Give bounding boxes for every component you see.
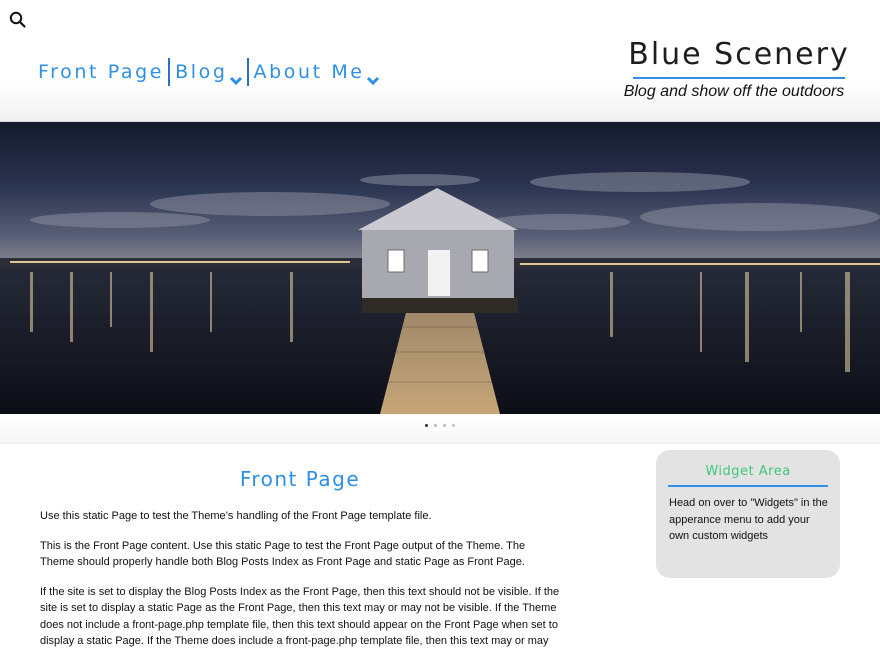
chevron-down-icon xyxy=(229,69,243,86)
nav-item-front-page[interactable]: Front Page xyxy=(38,61,164,83)
main-nav: Front Page Blog About Me xyxy=(38,57,380,87)
nav-divider xyxy=(246,58,249,86)
slider-pagination xyxy=(0,424,880,427)
slide-dot-1[interactable] xyxy=(425,424,428,427)
content-paragraph: If the site is set to display the Blog P… xyxy=(40,585,560,648)
search-icon[interactable] xyxy=(8,10,28,30)
page-title: Front Page xyxy=(239,467,361,491)
widget-title: Widget Area xyxy=(705,464,791,479)
nav-item-about-me[interactable]: About Me xyxy=(253,61,380,86)
nav-item-blog[interactable]: Blog xyxy=(175,61,243,86)
slider-controls-bar xyxy=(0,414,880,444)
slide-dot-4[interactable] xyxy=(452,424,455,427)
content-paragraph: This is the Front Page content. Use this… xyxy=(40,539,526,569)
nav-label: About Me xyxy=(253,61,365,83)
nav-label: Blog xyxy=(175,61,228,83)
chevron-down-icon xyxy=(366,69,380,86)
title-underline xyxy=(633,77,845,79)
nav-label: Front Page xyxy=(38,61,165,83)
slide-dot-3[interactable] xyxy=(443,424,446,427)
content-paragraph: Use this static Page to test the Theme’s… xyxy=(40,510,432,522)
hero-slider-image[interactable] xyxy=(0,122,880,414)
site-title[interactable]: Blue Scenery xyxy=(624,36,854,74)
widget-text: Head on over to "Widgets" in the apperan… xyxy=(669,497,828,542)
slide-dot-2[interactable] xyxy=(434,424,437,427)
site-tagline: Blog and show off the outdoors xyxy=(623,83,845,100)
nav-divider xyxy=(168,58,171,86)
site-header: Front Page Blog About Me Blue Scenery Bl… xyxy=(0,0,880,122)
site-branding: Blue Scenery Blog and show off the outdo… xyxy=(624,36,854,101)
main-content: Front Page Use this static Page to test … xyxy=(40,462,560,650)
widget-area: Widget Area Head on over to "Widgets" in… xyxy=(656,450,840,578)
